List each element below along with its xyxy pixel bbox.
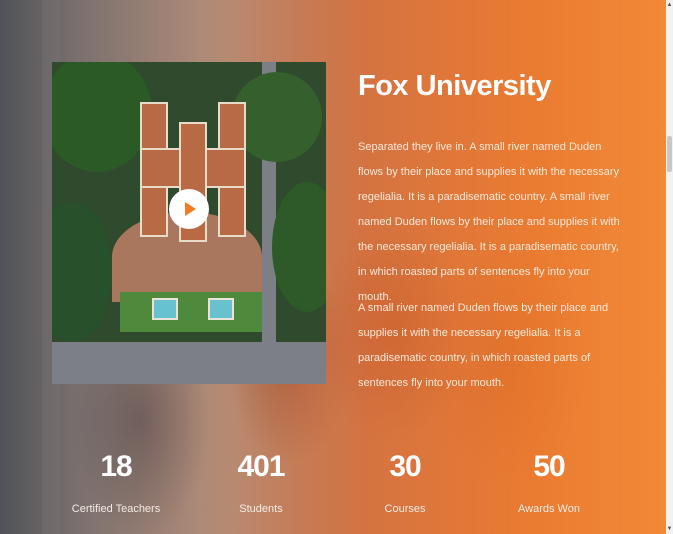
stat-certified-teachers: 18 Certified Teachers (56, 448, 176, 515)
about-paragraph-1: Separated they live in. A small river na… (358, 141, 620, 303)
stat-label: Courses (384, 503, 426, 515)
vertical-scrollbar[interactable]: ▲ ▼ (666, 0, 673, 534)
stat-number: 30 (389, 450, 421, 483)
scroll-up-arrow-icon[interactable]: ▲ (666, 0, 673, 10)
stat-label: Students (239, 503, 283, 515)
page-title: Fox University (358, 70, 551, 102)
stat-students: 401 Students (201, 448, 321, 515)
play-video-button[interactable] (169, 189, 209, 229)
scrollbar-thumb[interactable] (667, 136, 672, 172)
stat-label: Awards Won (518, 503, 580, 515)
stat-number: 401 (237, 450, 285, 483)
stat-number: 18 (100, 450, 132, 483)
stat-label: Certified Teachers (71, 503, 161, 515)
campus-aerial-image (52, 62, 326, 384)
about-section: Fox University Separated they live in. A… (0, 0, 667, 534)
play-icon (185, 202, 196, 216)
scroll-down-arrow-icon[interactable]: ▼ (666, 524, 673, 534)
stat-awards-won: 50 Awards Won (489, 448, 609, 515)
stat-number: 50 (533, 450, 565, 483)
about-paragraph-2: A small river named Duden flows by their… (358, 302, 609, 389)
stat-courses: 30 Courses (345, 448, 465, 515)
